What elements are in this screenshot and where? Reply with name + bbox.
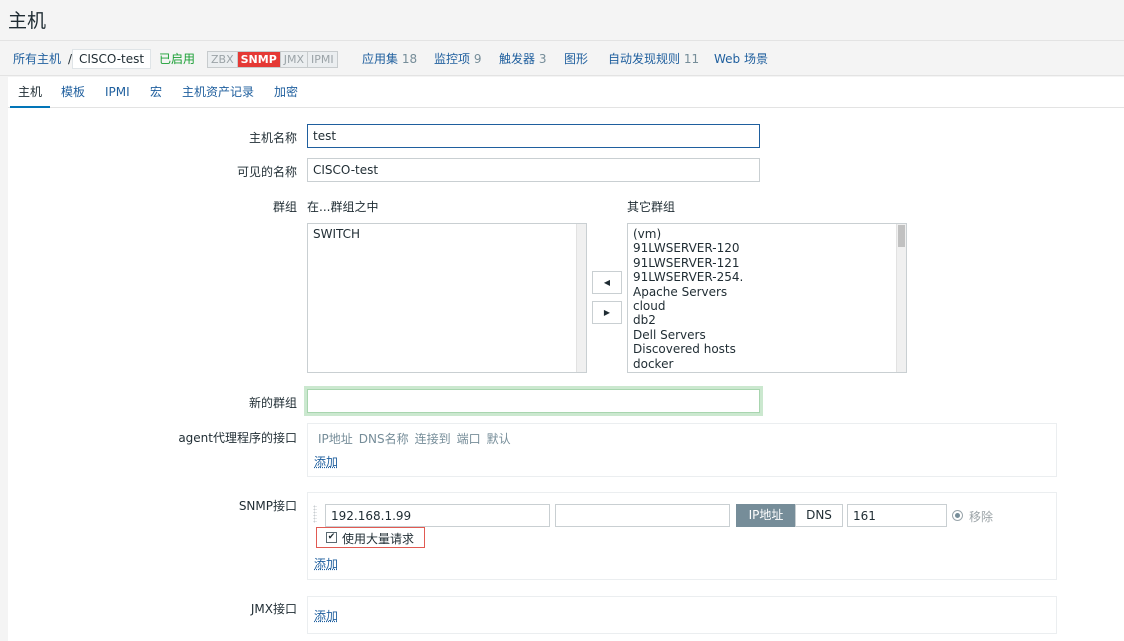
- agent-interfaces-label: agent代理程序的接口: [178, 431, 297, 445]
- nav-applications-count: 18: [401, 52, 418, 66]
- bulk-requests-highlight: ✔ 使用大量请求: [316, 527, 425, 548]
- connect-to-ip-button[interactable]: IP地址: [736, 504, 796, 527]
- new-group-label: 新的群组: [248, 396, 297, 410]
- tab-macros[interactable]: 宏: [142, 77, 170, 108]
- nav-discovery-rules-link[interactable]: 自动发现规则 11: [608, 41, 699, 77]
- tab-ipmi[interactable]: IPMI: [97, 77, 138, 108]
- other-groups-listbox[interactable]: (vm) 91LWSERVER-120 91LWSERVER-121 91LWSERV…: [627, 223, 907, 373]
- move-left-button[interactable]: ◀: [592, 271, 622, 294]
- other-groups-scrollbar[interactable]: [896, 224, 906, 372]
- snmp-port-input[interactable]: [847, 504, 947, 527]
- availability-jmx: JMX: [280, 52, 309, 67]
- in-group-option[interactable]: SWITCH: [313, 227, 581, 241]
- jmx-add-link[interactable]: 添加: [314, 607, 338, 624]
- agent-column-header: 连接到: [414, 432, 451, 446]
- agent-column-header: 端口: [456, 432, 481, 446]
- agent-interfaces-box: IP地址 DNS名称 连接到 端口 默认 添加: [307, 423, 1057, 477]
- host-name-label: 主机名称: [248, 131, 297, 145]
- nav-items-count: 9: [473, 52, 482, 66]
- other-group-option[interactable]: (vm): [633, 227, 901, 241]
- in-groups-listbox[interactable]: SWITCH: [307, 223, 587, 373]
- other-group-option[interactable]: Discovered hosts: [633, 342, 901, 356]
- availability-zbx: ZBX: [208, 52, 238, 67]
- in-groups-scrollbar[interactable]: [576, 224, 586, 372]
- new-group-input[interactable]: [307, 389, 760, 413]
- snmp-interfaces-box: IP地址 DNS 移除 ✔ 使用大量请求 添加: [307, 492, 1057, 580]
- bulk-requests-checkbox[interactable]: ✔: [326, 532, 337, 543]
- visible-name-input[interactable]: [307, 158, 760, 182]
- drag-handle-icon[interactable]: [313, 505, 317, 523]
- tab-templates[interactable]: 模板: [53, 77, 93, 108]
- host-navigation-bar: 所有主机 / CISCO-test 已启用 ZBX SNMP JMX IPMI 应用集…: [0, 40, 1124, 76]
- breadcrumb-all-hosts[interactable]: 所有主机: [13, 41, 61, 77]
- page-title: 主机: [8, 10, 47, 32]
- jmx-interfaces-box: 添加: [307, 596, 1057, 634]
- nav-discovery-count: 11: [683, 52, 700, 66]
- agent-column-header: DNS名称: [358, 432, 409, 446]
- in-groups-heading: 在...群组之中: [307, 200, 379, 214]
- host-status-enabled[interactable]: 已启用: [159, 41, 195, 77]
- host-form: 主机名称 可见的名称 群组 在...群组之中 其它群组 SWITCH ◀ ▶ (…: [8, 108, 1124, 641]
- snmp-interfaces-label: SNMP接口: [238, 499, 297, 513]
- visible-name-label: 可见的名称: [236, 165, 297, 179]
- move-right-button[interactable]: ▶: [592, 301, 622, 324]
- default-interface-radio[interactable]: [952, 510, 963, 521]
- groups-label: 群组: [272, 200, 297, 214]
- other-group-option[interactable]: 91LWSERVER-254.: [633, 270, 901, 284]
- tab-host[interactable]: 主机: [10, 77, 51, 108]
- snmp-dns-input[interactable]: [555, 504, 730, 527]
- bulk-requests-label[interactable]: 使用大量请求: [342, 530, 414, 547]
- nav-triggers-link[interactable]: 触发器 3: [499, 41, 546, 77]
- checkmark-icon: ✔: [327, 532, 336, 542]
- snmp-ip-input[interactable]: [325, 504, 550, 527]
- nav-items-label: 监控项: [434, 52, 471, 66]
- nav-triggers-count: 3: [538, 52, 547, 66]
- nav-applications-link[interactable]: 应用集 18: [362, 41, 417, 77]
- other-group-option[interactable]: 91LWSERVER-120: [633, 241, 901, 255]
- arrow-left-icon: ◀: [603, 278, 611, 287]
- other-group-option[interactable]: db2: [633, 313, 901, 327]
- snmp-remove-link[interactable]: 移除: [969, 508, 993, 525]
- scrollbar-thumb[interactable]: [898, 225, 905, 247]
- agent-column-header: 默认: [486, 432, 511, 446]
- availability-snmp: SNMP: [237, 52, 281, 67]
- tab-encryption[interactable]: 加密: [266, 77, 306, 108]
- nav-web-scenarios-link[interactable]: Web 场景: [714, 41, 768, 77]
- nav-applications-label: 应用集: [362, 52, 399, 66]
- agent-column-header: IP地址: [318, 432, 353, 446]
- tab-inventory[interactable]: 主机资产记录: [174, 77, 262, 108]
- other-group-option[interactable]: Dell Servers: [633, 328, 901, 342]
- agent-interface-columns: IP地址 DNS名称 连接到 端口 默认: [318, 430, 511, 447]
- nav-items-link[interactable]: 监控项 9: [434, 41, 481, 77]
- nav-discovery-label: 自动发现规则: [608, 52, 681, 66]
- nav-triggers-label: 触发器: [499, 52, 536, 66]
- snmp-add-link[interactable]: 添加: [314, 555, 338, 572]
- other-groups-heading: 其它群组: [627, 200, 676, 214]
- breadcrumb-current-host[interactable]: CISCO-test: [72, 49, 152, 69]
- other-group-option[interactable]: docker: [633, 357, 901, 371]
- nav-graphs-link[interactable]: 图形: [564, 41, 588, 77]
- other-group-option[interactable]: cloud: [633, 299, 901, 313]
- form-tabs: 主机 模板 IPMI 宏 主机资产记录 加密: [8, 77, 1124, 108]
- availability-indicators: ZBX SNMP JMX IPMI: [207, 51, 338, 68]
- arrow-right-icon: ▶: [603, 308, 611, 317]
- agent-add-link[interactable]: 添加: [314, 453, 338, 470]
- other-group-option[interactable]: 91LWSERVER-121: [633, 256, 901, 270]
- host-name-input[interactable]: [307, 124, 760, 148]
- jmx-interfaces-label: JMX接口: [250, 602, 297, 616]
- availability-ipmi: IPMI: [308, 52, 337, 67]
- other-group-option[interactable]: Apache Servers: [633, 285, 901, 299]
- connect-to-dns-button[interactable]: DNS: [795, 504, 843, 527]
